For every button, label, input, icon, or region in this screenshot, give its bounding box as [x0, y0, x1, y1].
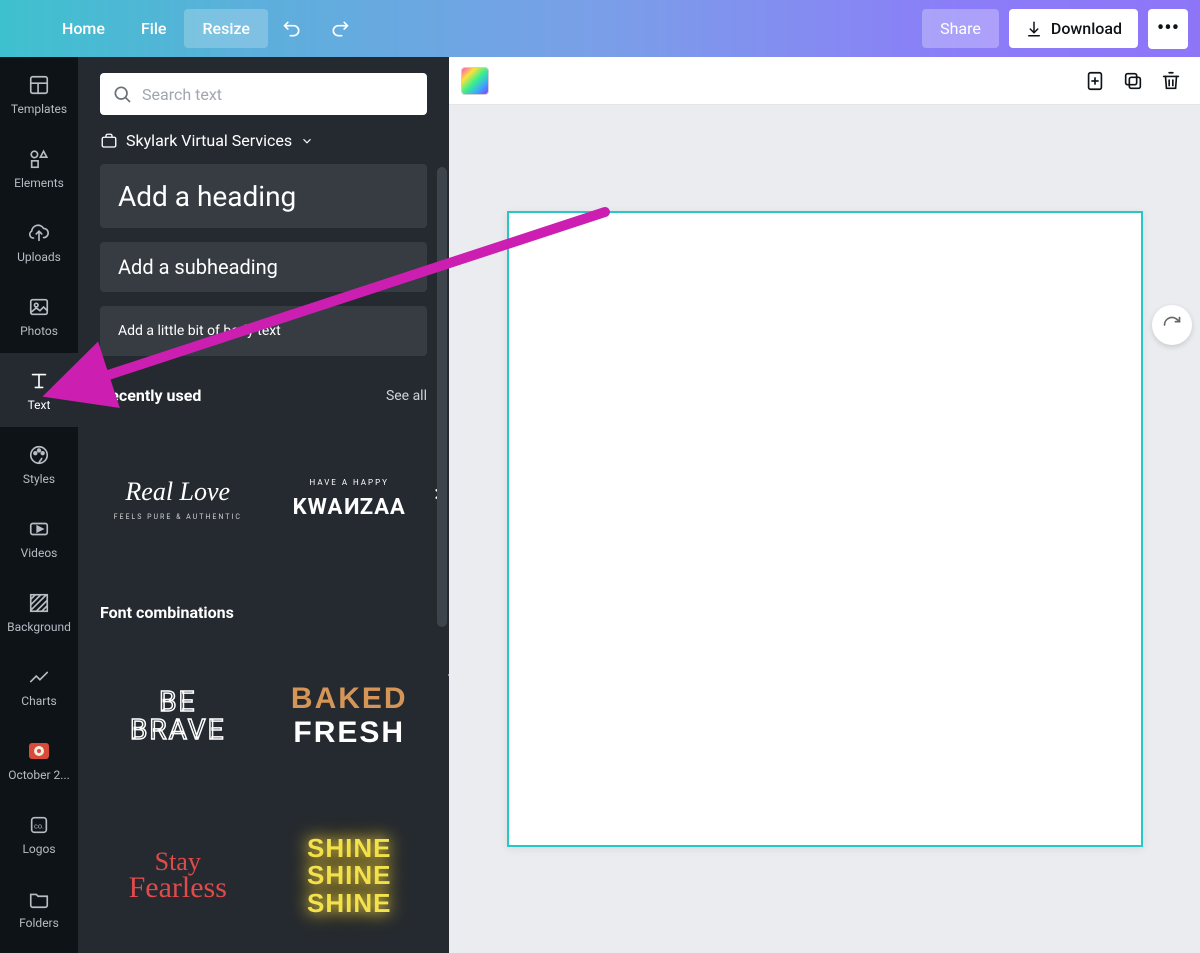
- add-subheading-button[interactable]: Add a subheading: [100, 242, 427, 292]
- font-combo-stay-fearless[interactable]: Stay Fearless: [100, 796, 256, 953]
- canvas-toolbar: [449, 57, 1200, 105]
- top-bar: Home File Resize Share Download •••: [0, 0, 1200, 57]
- svg-text:co.: co.: [34, 822, 44, 831]
- sidebar-item-label: Styles: [23, 472, 55, 486]
- sidebar-item-styles[interactable]: Styles: [0, 427, 78, 501]
- brand-selector[interactable]: Skylark Virtual Services: [78, 115, 449, 150]
- search-icon: [112, 84, 132, 104]
- sidebar-item-videos[interactable]: Videos: [0, 501, 78, 575]
- background-icon: [26, 590, 52, 616]
- sidebar-item-label: Uploads: [17, 250, 61, 264]
- font-combo-be-brave[interactable]: BE BRAVE: [100, 636, 256, 796]
- sidebar-item-label: Elements: [14, 176, 64, 190]
- sidebar-item-label: Videos: [21, 546, 58, 560]
- more-menu-button[interactable]: •••: [1148, 9, 1188, 49]
- sidebar-item-label: October 2...: [8, 768, 70, 782]
- share-button[interactable]: Share: [922, 9, 999, 48]
- templates-icon: [26, 72, 52, 98]
- sidebar-item-photos[interactable]: Photos: [0, 279, 78, 353]
- folder-image-icon: [26, 738, 52, 764]
- panel-scrollbar[interactable]: [437, 167, 447, 953]
- undo-button[interactable]: [268, 9, 316, 49]
- sidebar-item-charts[interactable]: Charts: [0, 649, 78, 723]
- download-label: Download: [1051, 19, 1122, 38]
- scrollbar-thumb[interactable]: [437, 167, 447, 627]
- sidebar-item-background[interactable]: Background: [0, 575, 78, 649]
- delete-page-button[interactable]: [1154, 64, 1188, 98]
- download-button[interactable]: Download: [1009, 9, 1138, 48]
- font-combinations-title: Font combinations: [100, 603, 234, 622]
- more-icon: •••: [1157, 16, 1179, 41]
- logos-icon: co.: [26, 812, 52, 838]
- search-input[interactable]: [142, 85, 415, 104]
- font-combo-shine[interactable]: SHINE SHINE SHINE: [272, 796, 428, 953]
- sidebar-item-uploads[interactable]: Uploads: [0, 205, 78, 279]
- text-panel: Skylark Virtual Services Add a heading A…: [78, 57, 449, 953]
- home-button[interactable]: Home: [44, 9, 123, 48]
- search-field[interactable]: [100, 73, 427, 115]
- folders-icon: [26, 886, 52, 912]
- recently-used-title: Recently used: [100, 386, 201, 405]
- color-swatch-button[interactable]: [461, 67, 489, 95]
- sidebar-item-label: Background: [7, 620, 71, 634]
- add-heading-button[interactable]: Add a heading: [100, 164, 427, 228]
- see-all-link[interactable]: See all: [386, 388, 427, 404]
- photos-icon: [26, 294, 52, 320]
- sidebar-item-logos[interactable]: co. Logos: [0, 797, 78, 871]
- brand-icon: [100, 132, 118, 150]
- chevron-down-icon: [300, 134, 314, 148]
- sidebar-item-label: Text: [28, 398, 51, 412]
- sidebar-item-label: Photos: [20, 324, 58, 338]
- recent-text-card-kwanzaa[interactable]: HAVE A HAPPY KWANZAA: [272, 419, 428, 579]
- back-button[interactable]: [8, 11, 44, 47]
- sidebar-item-elements[interactable]: Elements: [0, 131, 78, 205]
- file-menu[interactable]: File: [123, 9, 185, 48]
- add-page-button[interactable]: [1078, 64, 1112, 98]
- download-icon: [1025, 20, 1043, 38]
- text-icon: [26, 368, 52, 394]
- sidebar-item-label: Logos: [22, 842, 55, 856]
- elements-icon: [26, 146, 52, 172]
- font-combo-baked-fresh[interactable]: BAKED FRESH: [272, 636, 428, 796]
- sidebar-item-text[interactable]: Text: [0, 353, 78, 427]
- sidebar-item-templates[interactable]: Templates: [0, 57, 78, 131]
- canvas-page[interactable]: [507, 211, 1143, 847]
- videos-icon: [26, 516, 52, 542]
- charts-icon: [26, 664, 52, 690]
- recent-text-card-real-love[interactable]: Real Love FEELS PURE & AUTHENTIC: [100, 419, 256, 579]
- duplicate-page-button[interactable]: [1116, 64, 1150, 98]
- add-body-text-button[interactable]: Add a little bit of body text: [100, 306, 427, 356]
- canvas-area: [449, 57, 1200, 953]
- sidebar-item-october-folder[interactable]: October 2...: [0, 723, 78, 797]
- left-icon-rail: Templates Elements Uploads Photos Text: [0, 57, 78, 953]
- regenerate-button[interactable]: [1152, 305, 1192, 345]
- sidebar-item-label: Templates: [11, 102, 67, 116]
- sidebar-item-label: Charts: [21, 694, 56, 708]
- uploads-icon: [26, 220, 52, 246]
- sidebar-item-label: Folders: [19, 916, 59, 930]
- styles-icon: [26, 442, 52, 468]
- resize-menu[interactable]: Resize: [184, 9, 267, 48]
- sidebar-item-folders[interactable]: Folders: [0, 871, 78, 945]
- redo-button[interactable]: [316, 9, 364, 49]
- brand-name: Skylark Virtual Services: [126, 131, 292, 150]
